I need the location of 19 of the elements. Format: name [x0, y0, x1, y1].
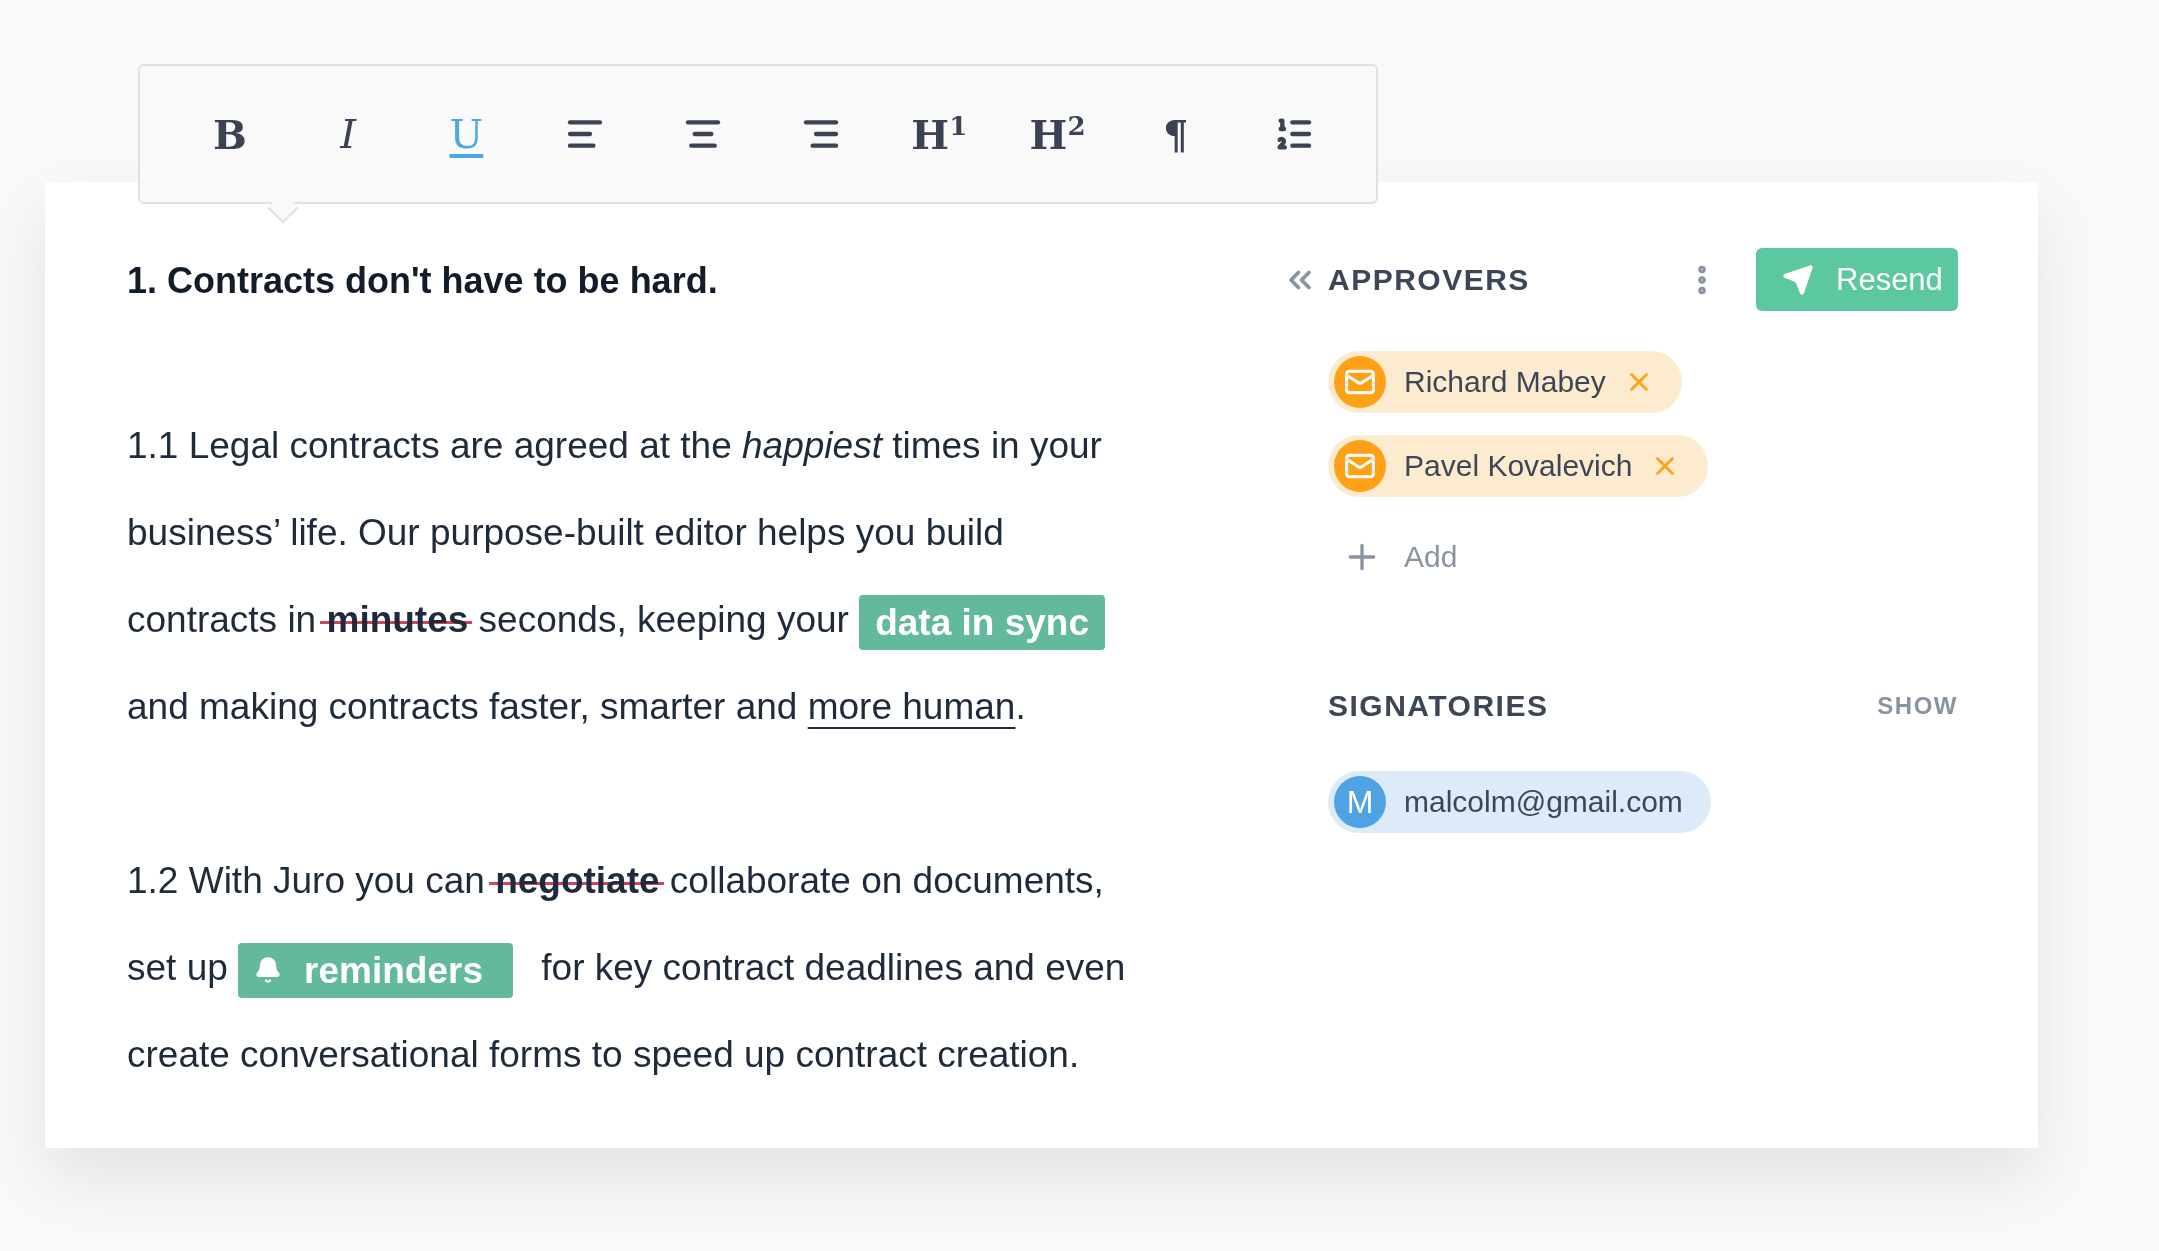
approver-name: Richard Mabey [1404, 365, 1606, 399]
section-title: APPROVERS [1328, 262, 1530, 297]
initial-avatar: M [1334, 776, 1386, 828]
section-title: SIGNATORIES [1328, 689, 1549, 723]
approver-name: Pavel Kovalevich [1404, 449, 1633, 483]
highlight-tag: data in sync [859, 594, 1105, 650]
heading-button[interactable]: H$^{2}$ [1027, 104, 1088, 164]
mail-avatar [1334, 440, 1386, 492]
paragraph-button[interactable]: ¶ [1145, 104, 1206, 164]
heading-button[interactable]: H$^{1}$ [909, 104, 970, 164]
mail-avatar [1334, 356, 1386, 408]
italic-button[interactable]: I [318, 104, 379, 164]
bold-button[interactable]: B [200, 104, 260, 164]
section-heading: 1. Contracts don't have to be hard. [127, 259, 719, 303]
reminder-tag: reminders [238, 942, 513, 998]
send-icon [1782, 263, 1814, 296]
bell-icon [254, 956, 283, 985]
signatory-email: malcolm@gmail.com [1404, 785, 1683, 819]
text-link[interactable]: more human [807, 686, 1016, 727]
